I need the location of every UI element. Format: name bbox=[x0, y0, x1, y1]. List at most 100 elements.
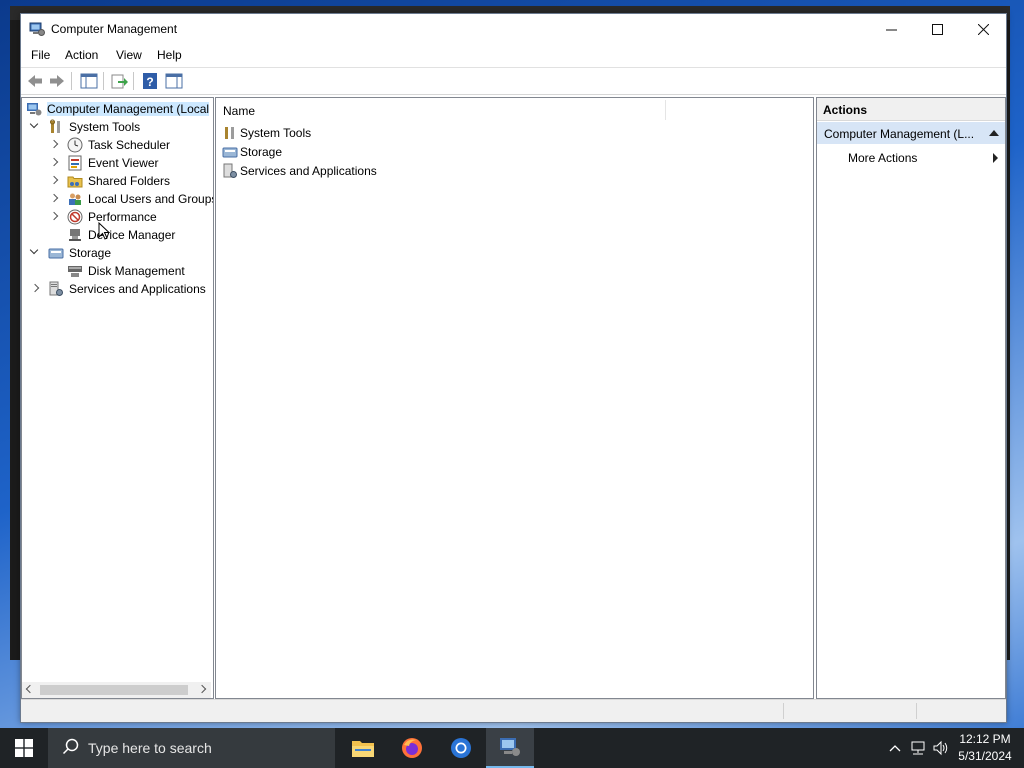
menu-file[interactable]: File bbox=[31, 48, 50, 62]
windows-logo-icon bbox=[15, 739, 33, 757]
tree-item-task-scheduler[interactable]: Task Scheduler bbox=[49, 136, 170, 154]
maximize-button[interactable] bbox=[914, 14, 960, 44]
scrollbar-thumb[interactable] bbox=[40, 685, 188, 695]
tree-label: Computer Management (Local bbox=[47, 102, 210, 116]
search-icon bbox=[62, 738, 79, 755]
toolbar: ? bbox=[21, 67, 1006, 95]
tree-item-event-viewer[interactable]: Event Viewer bbox=[49, 154, 158, 172]
collapse-caret-icon[interactable] bbox=[989, 130, 999, 136]
show-hide-console-tree-icon[interactable] bbox=[79, 71, 99, 91]
search-placeholder: Type here to search bbox=[88, 740, 212, 756]
device-manager-icon bbox=[69, 229, 81, 241]
tree-label: Event Viewer bbox=[88, 156, 159, 170]
start-button[interactable] bbox=[0, 728, 48, 768]
chevron-down-icon[interactable] bbox=[30, 122, 40, 132]
tree-item-local-users-and-groups[interactable]: Local Users and Groups bbox=[49, 190, 214, 208]
firefox-icon bbox=[402, 738, 422, 758]
chevron-right-icon[interactable] bbox=[49, 194, 59, 204]
chevron-right-icon[interactable] bbox=[49, 158, 59, 168]
tree-label: System Tools bbox=[69, 120, 141, 134]
tree-item-disk-management[interactable]: Disk Management bbox=[67, 262, 185, 280]
column-header[interactable]: Name bbox=[216, 98, 813, 123]
console-tree: Computer Management (Local System Tools … bbox=[21, 97, 214, 699]
tree-label: Local Users and Groups bbox=[88, 192, 214, 206]
actions-header: Actions bbox=[817, 98, 1005, 121]
scroll-right-icon[interactable] bbox=[197, 684, 207, 694]
computer-management-icon bbox=[500, 738, 520, 756]
close-button[interactable] bbox=[960, 14, 1006, 44]
horizontal-scrollbar[interactable] bbox=[22, 682, 211, 698]
taskbar-search-box[interactable]: Type here to search bbox=[48, 728, 335, 768]
network-icon bbox=[911, 741, 925, 755]
window-title: Computer Management bbox=[51, 22, 178, 36]
results-pane: Name System Tools Storage Services and A… bbox=[215, 97, 814, 699]
clock-icon bbox=[67, 137, 83, 153]
tree-item-shared-folders[interactable]: Shared Folders bbox=[49, 172, 170, 190]
taskbar: Type here to search 12:12 PM 5/31/2024 bbox=[0, 728, 1024, 768]
show-hide-action-pane-icon[interactable] bbox=[164, 71, 184, 91]
computer-management-icon bbox=[29, 22, 45, 36]
tree-item-computer-management[interactable]: Computer Management (Local bbox=[26, 100, 210, 118]
storage-icon bbox=[222, 147, 238, 158]
computer-management-taskbar-button[interactable] bbox=[486, 728, 534, 768]
chrome-taskbar-button[interactable] bbox=[437, 728, 485, 768]
chevron-right-icon[interactable] bbox=[30, 284, 40, 294]
scroll-left-icon[interactable] bbox=[25, 684, 35, 694]
help-icon[interactable]: ? bbox=[140, 71, 160, 91]
chevron-down-icon[interactable] bbox=[30, 248, 40, 258]
firefox-taskbar-button[interactable] bbox=[388, 728, 436, 768]
actions-pane: Actions Computer Management (L... More A… bbox=[816, 97, 1006, 699]
disk-management-icon bbox=[68, 266, 82, 277]
back-arrow-icon[interactable] bbox=[25, 71, 45, 91]
performance-icon bbox=[67, 209, 83, 225]
network-tray-button[interactable] bbox=[906, 728, 930, 768]
actions-section-label: Computer Management (L... bbox=[824, 127, 975, 141]
title-bar[interactable]: Computer Management bbox=[21, 14, 1006, 44]
shared-folder-icon bbox=[67, 176, 83, 188]
list-item-services-and-applications[interactable]: Services and Applications bbox=[222, 162, 377, 180]
folder-icon bbox=[352, 741, 374, 757]
tree-label: Task Scheduler bbox=[88, 138, 171, 152]
computer-management-icon bbox=[27, 103, 42, 116]
clock-time: 12:12 PM bbox=[959, 732, 1011, 746]
actions-section-computer-management[interactable]: Computer Management (L... bbox=[817, 122, 1005, 144]
services-icon bbox=[223, 163, 237, 178]
system-tools-icon bbox=[50, 119, 60, 133]
chevron-right-icon[interactable] bbox=[49, 212, 59, 222]
status-bar bbox=[21, 699, 1006, 722]
tree-label: Services and Applications bbox=[69, 282, 206, 296]
tree-item-services-and-applications[interactable]: Services and Applications bbox=[30, 280, 206, 298]
export-list-icon[interactable] bbox=[109, 71, 129, 91]
minimize-button[interactable] bbox=[868, 14, 914, 44]
list-item-system-tools[interactable]: System Tools bbox=[222, 124, 311, 142]
submenu-arrow-icon[interactable] bbox=[993, 153, 998, 163]
browser-icon bbox=[451, 738, 471, 758]
list-item-label: Storage bbox=[240, 145, 283, 159]
clock-date: 5/31/2024 bbox=[958, 749, 1012, 763]
actions-title: Actions bbox=[823, 103, 868, 117]
mouse-cursor-icon bbox=[98, 222, 110, 240]
column-name-header[interactable]: Name bbox=[223, 104, 255, 118]
menu-help[interactable]: Help bbox=[157, 48, 182, 62]
forward-arrow-icon[interactable] bbox=[47, 71, 67, 91]
more-actions-link[interactable]: More Actions bbox=[848, 151, 917, 165]
tree-item-storage[interactable]: Storage bbox=[30, 244, 111, 262]
storage-icon bbox=[48, 248, 64, 259]
chevron-right-icon[interactable] bbox=[49, 176, 59, 186]
tree-item-device-manager[interactable]: Device Manager bbox=[67, 226, 175, 244]
list-item-storage[interactable]: Storage bbox=[222, 143, 282, 161]
menu-action[interactable]: Action bbox=[65, 48, 98, 62]
services-icon bbox=[49, 281, 63, 296]
list-item-label: System Tools bbox=[240, 126, 312, 140]
file-explorer-taskbar-button[interactable] bbox=[339, 728, 387, 768]
tree-label: Storage bbox=[69, 246, 112, 260]
menu-view[interactable]: View bbox=[116, 48, 142, 62]
menu-bar: File Action View Help bbox=[21, 45, 1006, 65]
chevron-right-icon[interactable] bbox=[49, 140, 59, 150]
tree-item-system-tools[interactable]: System Tools bbox=[30, 118, 140, 136]
taskbar-clock[interactable]: 12:12 PM 5/31/2024 bbox=[948, 731, 1022, 765]
list-item-label: Services and Applications bbox=[240, 164, 377, 178]
tree-label: Disk Management bbox=[88, 264, 185, 278]
show-hidden-icons-button[interactable] bbox=[884, 728, 906, 768]
system-tools-icon bbox=[225, 127, 234, 139]
